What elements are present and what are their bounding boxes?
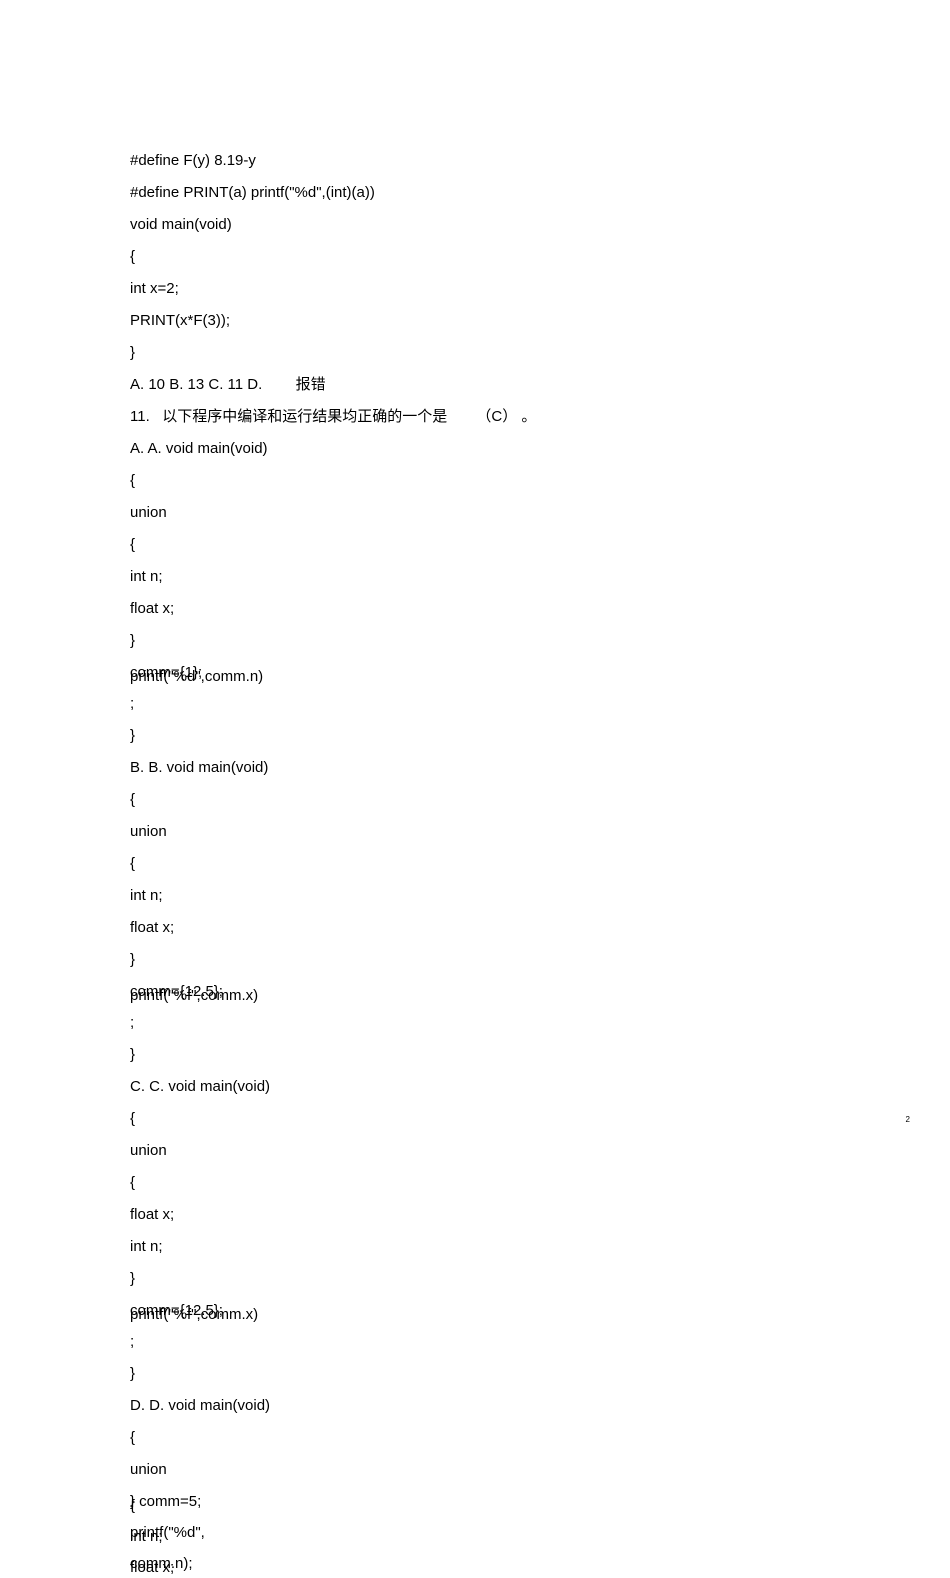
question-text: 11. 以下程序中编译和运行结果均正确的一个是 （C） 。 [130, 406, 820, 427]
code-line: C. C. void main(void) [130, 1076, 820, 1097]
code-line: { [130, 853, 820, 874]
code-layer: printf("%f",comm.x) [130, 985, 258, 1006]
code-line: D. D. void main(void) [130, 1395, 820, 1416]
overlapped-code: comm.n); float x; [130, 1553, 820, 1573]
overlapped-code: comm={1}; printf("%d",comm.n) [130, 662, 820, 682]
code-line: float x; [130, 1204, 820, 1225]
code-line: { [130, 1427, 820, 1448]
code-line: B. B. void main(void) [130, 757, 820, 778]
code-layer: float x; [130, 1557, 174, 1578]
overlapped-code: comm={12.5}; printf("%f",comm.x) [130, 1300, 820, 1320]
code-line: float x; [130, 917, 820, 938]
code-line: int n; [130, 885, 820, 906]
code-line: ; [130, 693, 820, 714]
code-line: } [130, 342, 820, 363]
code-line: { [130, 246, 820, 267]
code-line: } [130, 1363, 820, 1384]
code-line: union [130, 502, 820, 523]
code-layer: printf("%f",comm.x) [130, 1304, 258, 1325]
code-line: ; [130, 1012, 820, 1033]
code-line: { [130, 789, 820, 810]
code-line: ; [130, 1331, 820, 1352]
code-line: float x; [130, 598, 820, 619]
code-layer: { [130, 1495, 135, 1516]
code-line: } [130, 630, 820, 651]
overlapped-code: comm={12.5}; printf("%f",comm.x) [130, 981, 820, 1001]
code-line: union [130, 821, 820, 842]
code-line: #define F(y) 8.19-y [130, 150, 820, 171]
overlapped-code: printf("%d", int n; [130, 1522, 820, 1542]
code-layer: printf("%d",comm.n) [130, 666, 263, 687]
code-layer: } comm=5; [130, 1491, 201, 1512]
code-line: { [130, 534, 820, 555]
code-line: int n; [130, 566, 820, 587]
code-line: } [130, 949, 820, 970]
code-line: A. A. void main(void) [130, 438, 820, 459]
code-line: } [130, 1268, 820, 1289]
code-line: { [130, 1172, 820, 1193]
code-layer: int n; [130, 1526, 163, 1547]
code-line: union [130, 1459, 820, 1480]
code-line: { [130, 1108, 820, 1129]
page-number: 2 [906, 1115, 910, 1124]
code-line: } [130, 1044, 820, 1065]
overlapped-code: } comm=5; { [130, 1491, 820, 1511]
code-line: int x=2; [130, 278, 820, 299]
code-line: int n; [130, 1236, 820, 1257]
code-line: PRINT(x*F(3)); [130, 310, 820, 331]
code-line: #define PRINT(a) printf("%d",(int)(a)) [130, 182, 820, 203]
code-line: union [130, 1140, 820, 1161]
code-line: { [130, 470, 820, 491]
code-line: void main(void) [130, 214, 820, 235]
answer-choices: A. 10 B. 13 C. 11 D. 报错 [130, 374, 820, 395]
document-page: #define F(y) 8.19-y #define PRINT(a) pri… [0, 0, 950, 1344]
code-line: } [130, 725, 820, 746]
